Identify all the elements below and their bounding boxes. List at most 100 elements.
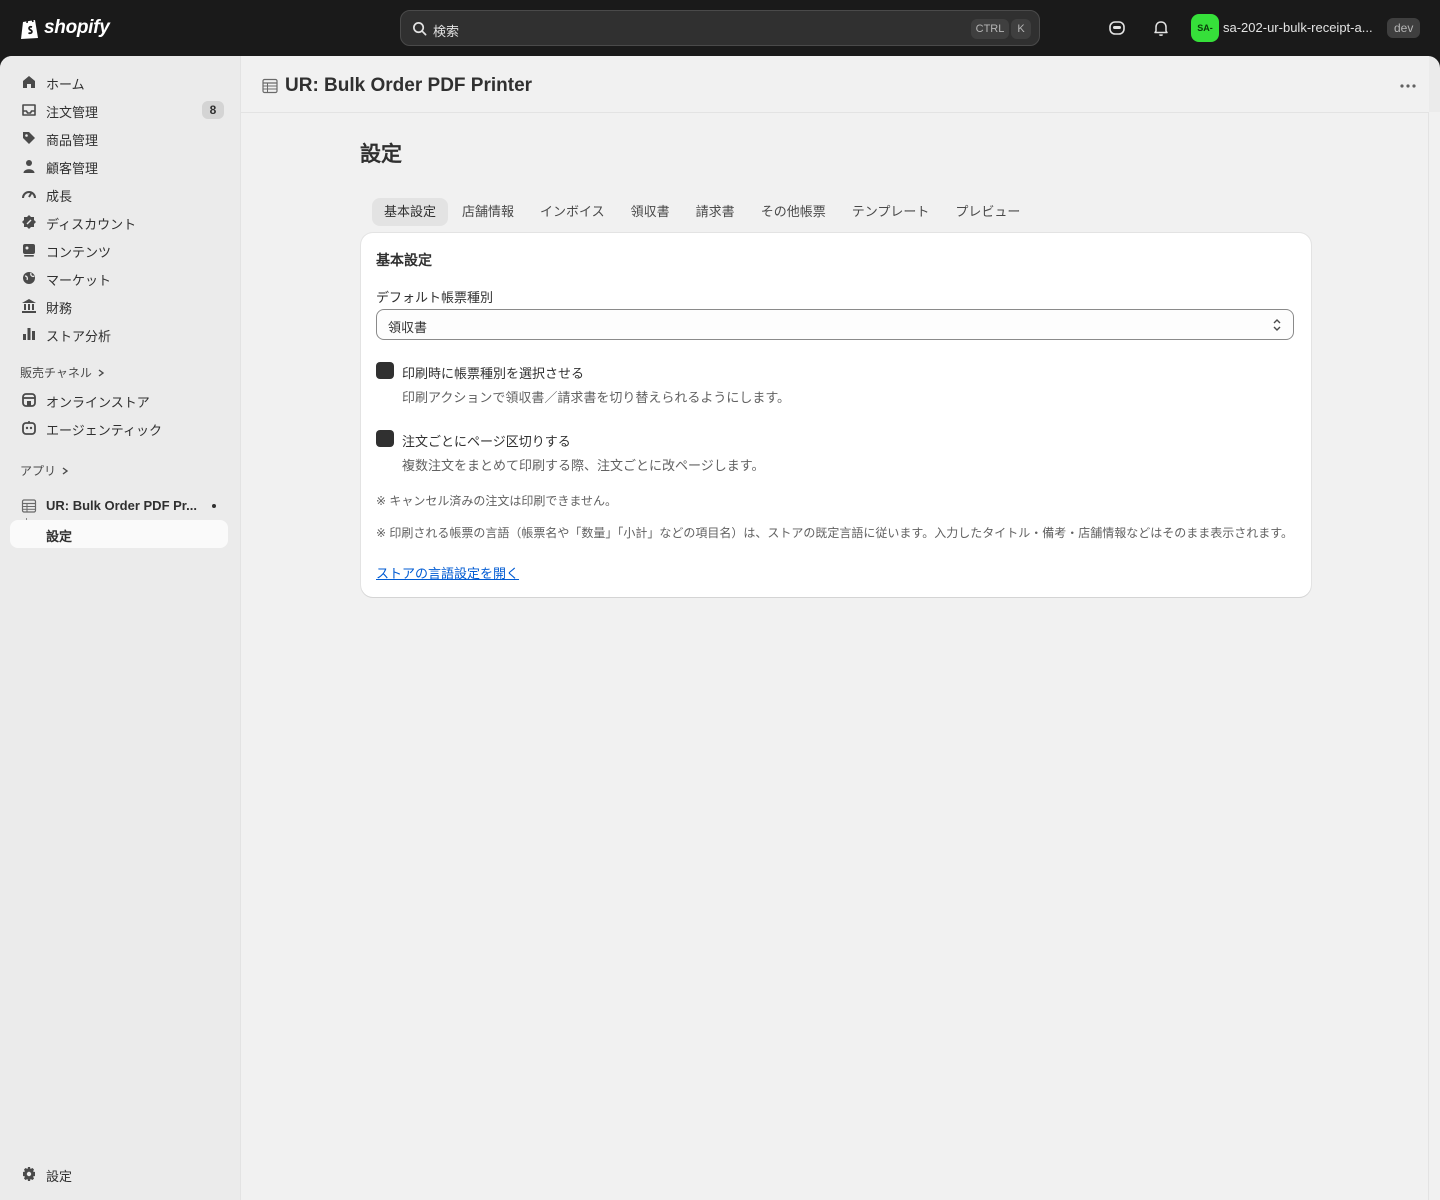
sales-channels-heading[interactable]: 販売チャネル xyxy=(20,364,106,381)
card-title: 基本設定 xyxy=(376,252,432,268)
admin-shell: ホーム 注文管理 8 商品管理 顧客管理 成長 ディスカウント コンテンツ マー… xyxy=(0,56,1440,1200)
select-type-on-print-label[interactable]: 印刷時に帳票種別を選択させる xyxy=(402,363,584,382)
default-type-value: 領収書 xyxy=(388,320,428,335)
sidebar-item-app-settings[interactable]: 設定 xyxy=(10,520,228,548)
tab-bill[interactable]: 請求書 xyxy=(684,198,747,226)
sidebar-item-growth[interactable]: 成長 xyxy=(10,180,228,208)
sidebar-item-orders[interactable]: 注文管理 8 xyxy=(10,96,228,124)
tab-invoice[interactable]: インボイス xyxy=(528,198,617,226)
gear-icon xyxy=(23,1167,35,1181)
search-icon xyxy=(413,22,427,36)
tab-store-info[interactable]: 店舗情報 xyxy=(450,198,526,226)
sidebar-item-discounts[interactable]: ディスカウント xyxy=(10,208,228,236)
app-title-bar: UR: Bulk Order PDF Printer xyxy=(241,56,1429,113)
sidebar-item-markets[interactable]: マーケット xyxy=(10,264,228,292)
chevron-right-icon xyxy=(62,466,69,475)
default-type-label: デフォルト帳票種別 xyxy=(376,290,494,305)
sidebar-item-online-store[interactable]: オンラインストア xyxy=(10,386,228,414)
language-note: ※ 印刷される帳票の言語（帳票名や「数量」「小計」などの項目名）は、ストアの既定… xyxy=(376,526,1293,540)
app-table-icon xyxy=(21,499,37,513)
chart-icon xyxy=(23,328,35,340)
sidekick-button[interactable] xyxy=(1105,16,1129,40)
select-chevron-icon xyxy=(1273,319,1281,331)
sidebar-item-customers[interactable]: 顧客管理 xyxy=(10,152,228,180)
app-table-icon xyxy=(262,78,278,94)
agentic-icon xyxy=(22,421,36,435)
tab-template[interactable]: テンプレート xyxy=(840,198,942,226)
sidebar-item-products[interactable]: 商品管理 xyxy=(10,124,228,152)
sidebar-item-label: 設定 xyxy=(46,1169,73,1184)
sidebar-item-settings[interactable]: 設定 xyxy=(10,1160,228,1188)
top-bar: shopify 検索 CTRL K SA- sa-202-ur-bulk-rec… xyxy=(0,0,1440,56)
app-pin-dot xyxy=(212,504,216,508)
app-title: UR: Bulk Order PDF Printer xyxy=(285,75,533,96)
bank-icon xyxy=(22,299,36,313)
chevron-right-icon xyxy=(98,368,105,377)
page-break-per-order-help: 複数注文をまとめて印刷する際、注文ごとに改ページします。 xyxy=(402,458,765,473)
tab-preview[interactable]: プレビュー xyxy=(943,198,1032,226)
tab-other-forms[interactable]: その他帳票 xyxy=(749,198,838,226)
apps-heading[interactable]: アプリ xyxy=(20,462,70,479)
sidebar-item-app[interactable]: UR: Bulk Order PDF Pr... xyxy=(10,492,228,520)
sidebar-item-label: エージェンティック xyxy=(46,423,162,438)
select-type-on-print-checkbox[interactable] xyxy=(376,362,394,379)
content-icon xyxy=(23,244,35,257)
search-input[interactable]: 検索 CTRL K xyxy=(400,10,1040,46)
globe-icon xyxy=(23,272,35,284)
tab-receipt[interactable]: 領収書 xyxy=(619,198,682,226)
store-name[interactable]: sa-202-ur-bulk-receipt-a... xyxy=(1223,20,1383,35)
sidebar-item-label: ディスカウント xyxy=(46,217,137,232)
env-badge: dev xyxy=(1387,18,1421,38)
person-icon xyxy=(23,160,35,173)
cancelled-orders-note: ※ キャンセル済みの注文は印刷できません。 xyxy=(376,494,618,508)
sidebar-item-label: マーケット xyxy=(46,273,112,288)
sidebar-item-label: コンテンツ xyxy=(46,245,112,260)
basic-settings-card: 基本設定 デフォルト帳票種別 領収書 印刷時に帳票種別を選択させる 印刷アクショ… xyxy=(361,233,1311,597)
sidebar-item-label: ホーム xyxy=(46,77,85,92)
sidebar-item-label: 商品管理 xyxy=(46,133,99,148)
orders-count-badge: 8 xyxy=(202,101,224,119)
search-placeholder: 検索 xyxy=(433,24,460,39)
bell-icon xyxy=(1154,21,1168,36)
sidebar-item-home[interactable]: ホーム xyxy=(10,68,228,96)
store-avatar[interactable]: SA- xyxy=(1191,14,1219,42)
discount-icon xyxy=(22,215,36,229)
gauge-icon xyxy=(22,191,36,199)
sidebar-item-label: 設定 xyxy=(46,529,73,544)
sidebar-item-finance[interactable]: 財務 xyxy=(10,292,228,320)
sidebar: ホーム 注文管理 8 商品管理 顧客管理 成長 ディスカウント コンテンツ マー… xyxy=(0,56,240,1200)
tab-basic-settings[interactable]: 基本設定 xyxy=(372,198,449,226)
shortcut-ctrl-key: CTRL xyxy=(971,19,1009,39)
sidebar-item-label: 顧客管理 xyxy=(46,161,99,176)
sidebar-item-label: ストア分析 xyxy=(46,329,112,344)
shopify-bag-icon xyxy=(21,17,38,39)
page-break-per-order-checkbox[interactable] xyxy=(376,430,394,447)
sidebar-item-label: 財務 xyxy=(46,301,73,316)
shortcut-k-key: K xyxy=(1011,19,1031,39)
select-type-on-print-help: 印刷アクションで領収書／請求書を切り替えられるようにします。 xyxy=(402,390,791,405)
apps-label: アプリ xyxy=(20,464,57,478)
sidebar-item-content[interactable]: コンテンツ xyxy=(10,236,228,264)
sales-channels-label: 販売チャネル xyxy=(20,366,92,380)
sidebar-item-analytics[interactable]: ストア分析 xyxy=(10,320,228,348)
shopify-logo[interactable]: shopify xyxy=(20,14,110,42)
page-title: 設定 xyxy=(360,143,402,166)
home-icon xyxy=(23,76,35,88)
sidekick-icon xyxy=(1109,21,1125,35)
sidebar-item-label: 成長 xyxy=(46,189,73,204)
tag-icon xyxy=(23,132,35,144)
store-language-settings-link[interactable]: ストアの言語設定を開く xyxy=(376,563,519,582)
store-icon xyxy=(22,393,36,407)
sidebar-item-agentic[interactable]: エージェンティック xyxy=(10,414,228,442)
right-rail xyxy=(1428,112,1440,1200)
notifications-button[interactable] xyxy=(1149,16,1173,40)
more-actions-icon[interactable] xyxy=(1396,76,1420,96)
sidebar-item-label: 注文管理 xyxy=(46,105,99,120)
sidebar-item-label: オンラインストア xyxy=(46,395,150,410)
settings-tabs: 基本設定 店舗情報 インボイス 領収書 請求書 その他帳票 テンプレート プレビ… xyxy=(372,198,1032,226)
sidebar-item-label: UR: Bulk Order PDF Pr... xyxy=(46,498,197,513)
orders-icon xyxy=(22,104,36,116)
page-break-per-order-label[interactable]: 注文ごとにページ区切りする xyxy=(402,431,571,450)
logo-text: shopify xyxy=(44,17,110,38)
default-type-select[interactable]: 領収書 xyxy=(376,309,1294,340)
